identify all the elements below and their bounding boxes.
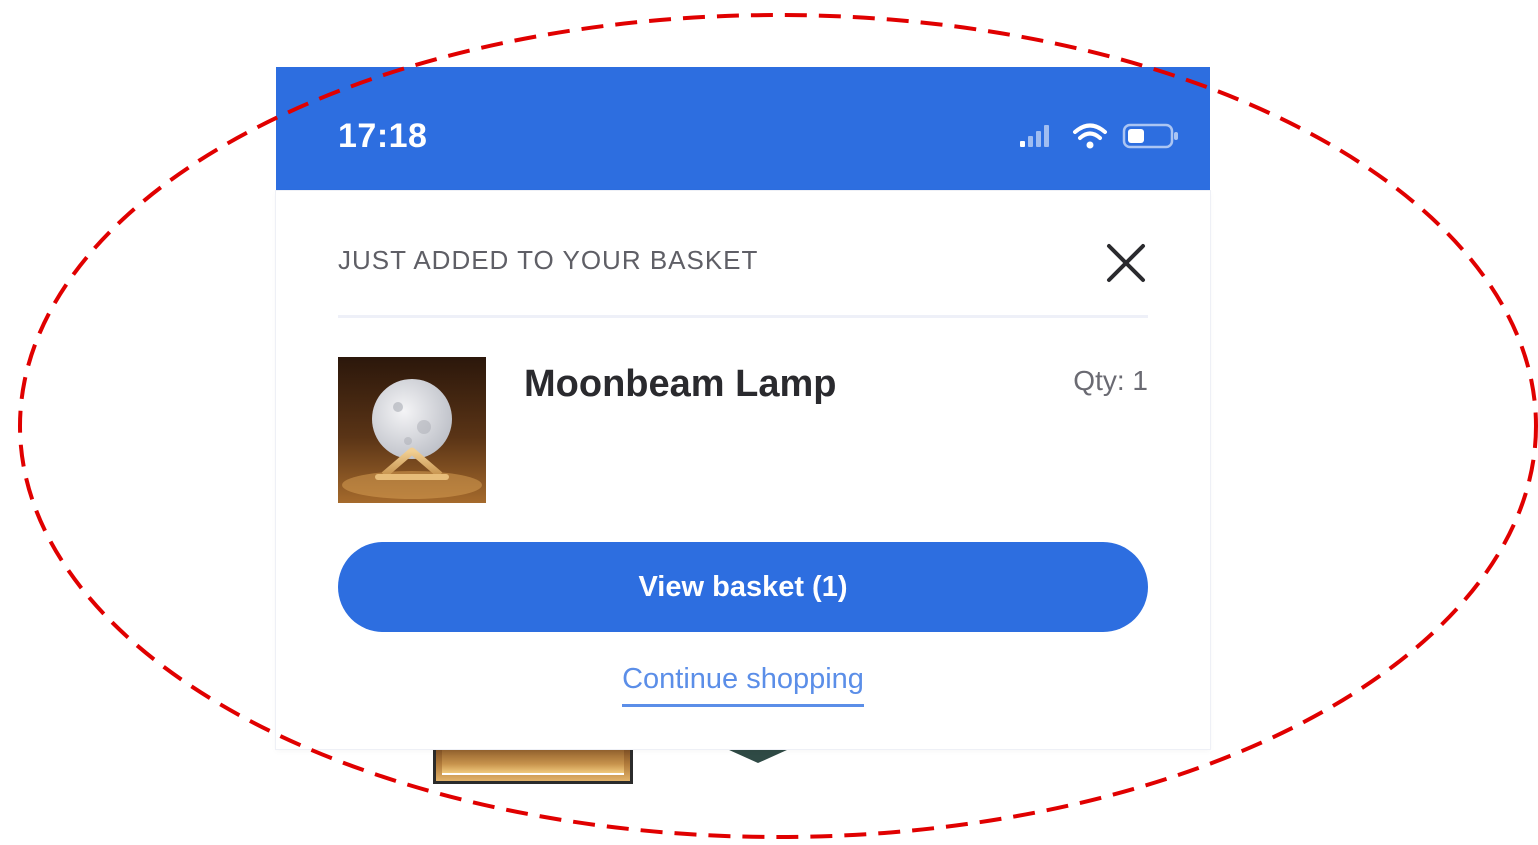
product-thumbnail — [338, 357, 486, 503]
added-to-basket-popup: JUST ADDED TO YOUR BASKET Moonbeam Lamp … — [276, 191, 1210, 749]
continue-shopping-container: Continue shopping — [276, 663, 1210, 707]
product-name[interactable]: Moonbeam Lamp — [524, 363, 836, 406]
popup-header: JUST ADDED TO YOUR BASKET — [338, 241, 1148, 282]
screenshot-stage: 17:18 JUST ADDED TO YOUR BASKET Moonbeam… — [0, 0, 1538, 845]
status-time: 17:18 — [338, 117, 428, 155]
battery-icon — [1122, 123, 1178, 149]
product-quantity: Qty: 1 — [1073, 365, 1148, 396]
header-divider — [338, 315, 1148, 318]
status-icons — [1018, 121, 1180, 151]
continue-shopping-link[interactable]: Continue shopping — [622, 663, 864, 707]
view-basket-button[interactable]: View basket (1) — [338, 542, 1148, 632]
status-bar: 17:18 — [276, 67, 1210, 191]
wifi-icon — [1073, 123, 1107, 149]
close-icon[interactable] — [1104, 241, 1148, 285]
signal-icon — [1020, 125, 1049, 147]
basket-product-row: Moonbeam Lamp Qty: 1 — [338, 357, 1148, 503]
popup-title: JUST ADDED TO YOUR BASKET — [338, 245, 759, 275]
